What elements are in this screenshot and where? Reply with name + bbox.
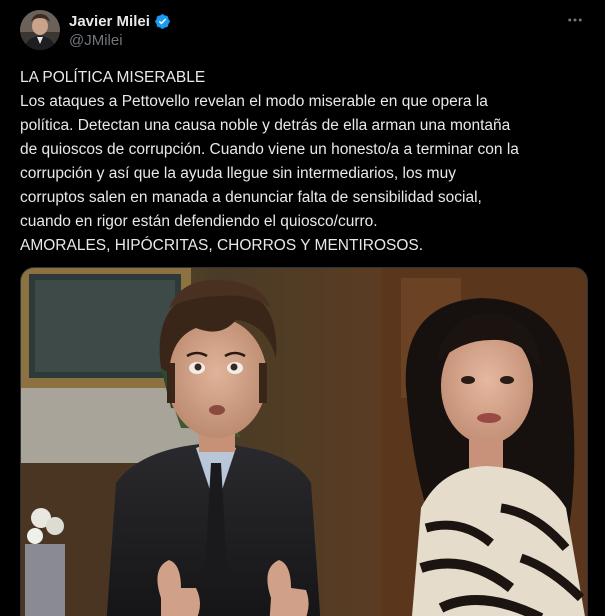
avatar-image — [20, 10, 60, 50]
post-line: cuando en rigor están defendiendo el qui… — [20, 213, 378, 230]
tweet-post: Javier Milei @JMilei LA POLÍTICA MISERAB… — [0, 0, 605, 616]
post-line: corruptos salen en manada a denunciar fa… — [20, 189, 482, 206]
author-handle[interactable]: @JMilei — [69, 32, 123, 49]
author-name-row: Javier Milei — [69, 12, 171, 30]
post-line: Los ataques a Pettovello revelan el modo… — [20, 93, 488, 110]
post-closing-line: AMORALES, HIPÓCRITAS, CHORROS Y MENTIROS… — [20, 237, 424, 254]
post-title-line: LA POLÍTICA MISERABLE — [20, 69, 206, 86]
verified-badge-icon — [154, 13, 171, 30]
post-line: de quioscos de corrupción. Cuando viene … — [20, 141, 519, 158]
more-options-icon[interactable] — [565, 10, 585, 30]
post-text: LA POLÍTICA MISERABLE Los ataques a Pett… — [20, 66, 592, 258]
post-line: política. Detectan una causa noble y det… — [20, 117, 511, 134]
post-line: corrupción y así que la ayuda llegue sin… — [20, 165, 456, 182]
avatar[interactable] — [20, 10, 60, 50]
post-photo[interactable] — [20, 267, 588, 616]
photo-two-people — [21, 268, 587, 616]
author-display-name[interactable]: Javier Milei — [69, 13, 150, 30]
